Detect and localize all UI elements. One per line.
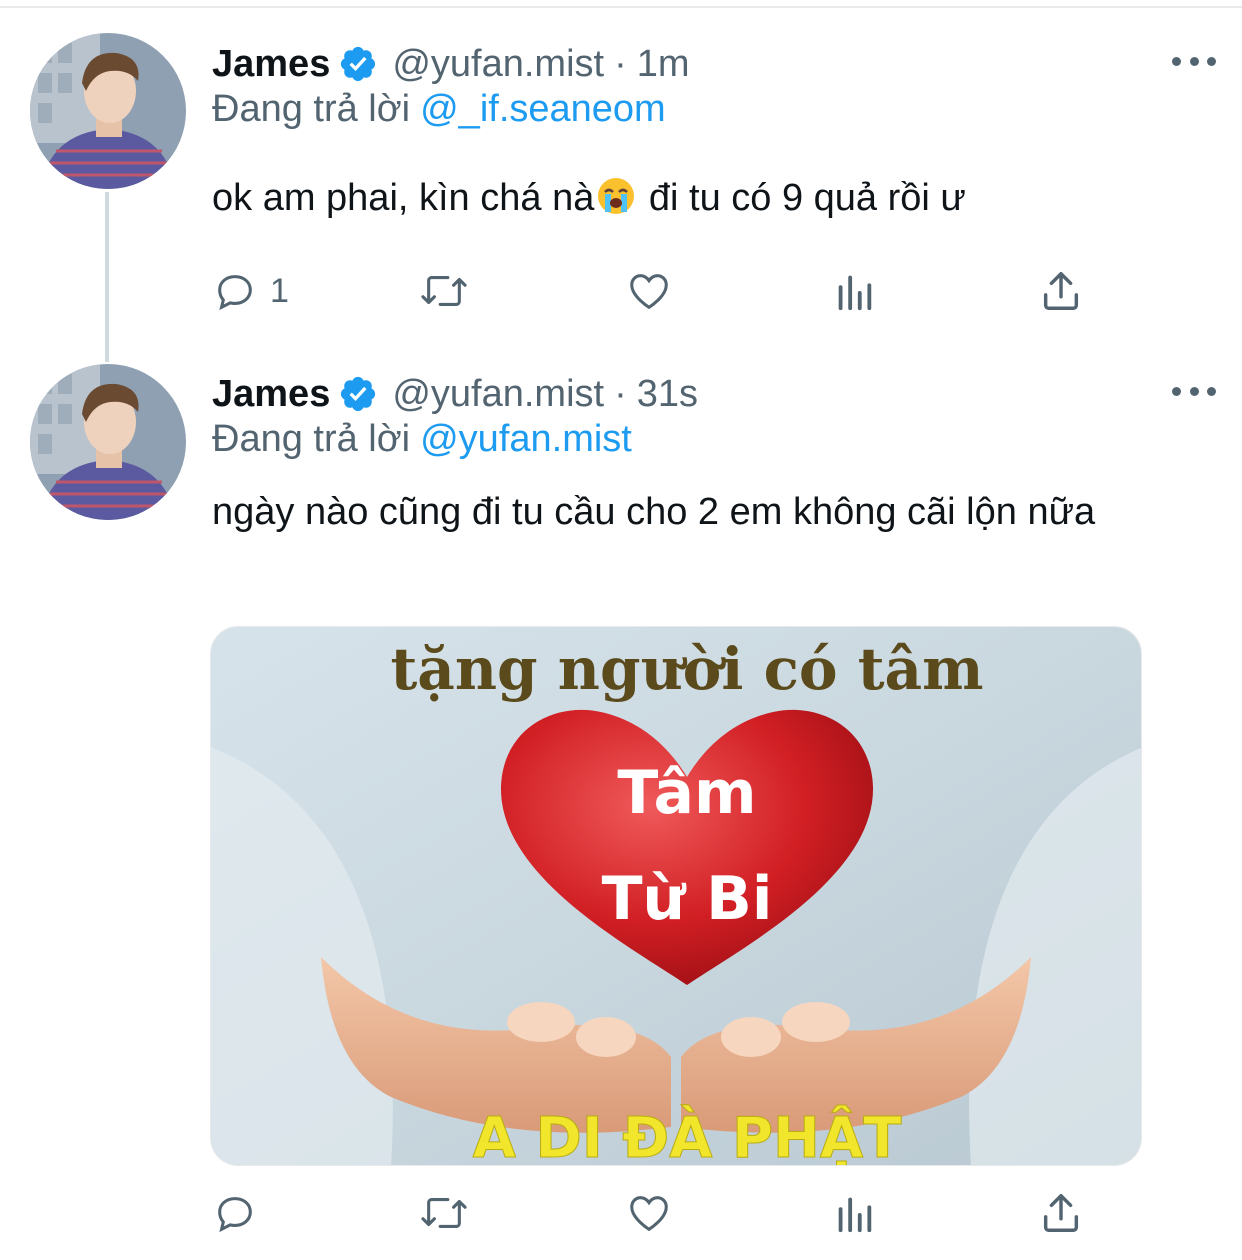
reply-bubble-icon	[212, 1190, 258, 1236]
avatar[interactable]	[30, 364, 186, 520]
reply-button[interactable]: 1	[212, 266, 289, 316]
user-handle[interactable]: @yufan.mist	[392, 373, 604, 416]
media-top-text: tặng người có tâm	[390, 635, 983, 703]
tweet-header: James @yufan.mist · 31s	[212, 364, 698, 424]
display-name[interactable]: James	[212, 43, 330, 86]
share-icon	[1038, 268, 1084, 314]
views-chart-icon	[832, 268, 876, 314]
tweet-header: James @yufan.mist · 1m	[212, 34, 690, 94]
tweet[interactable]: James @yufan.mist · 1m Đang trả lời @_if.…	[0, 0, 1242, 350]
loudly-crying-face-icon	[596, 176, 636, 216]
media-bottom-text: A DI ĐÀ PHẬT	[473, 1106, 902, 1166]
replying-to-line: Đang trả lời @yufan.mist	[212, 418, 632, 461]
separator-dot: ·	[614, 372, 627, 415]
like-button[interactable]	[625, 266, 685, 316]
share-button[interactable]	[1038, 1188, 1084, 1238]
reply-button[interactable]	[212, 1188, 270, 1238]
retweet-button[interactable]	[417, 1188, 483, 1238]
retweet-icon	[417, 268, 471, 314]
tweet[interactable]: James @yufan.mist · 31s Đang trả lời @yuf…	[0, 350, 1242, 1260]
separator-dot: ·	[614, 42, 627, 85]
views-chart-icon	[832, 1190, 876, 1236]
tweet-actions	[212, 1188, 1092, 1238]
tweet-text: ngày nào cũng đi tu cầu cho 2 em không c…	[212, 491, 1096, 533]
replying-to-line: Đang trả lời @_if.seaneom	[212, 88, 666, 131]
tweet-media-image[interactable]: tặng người có tâm Tâm Từ Bi A DI ĐÀ PHẬT	[210, 626, 1142, 1166]
verified-badge-icon	[338, 44, 378, 84]
avatar[interactable]	[30, 33, 186, 189]
more-horizontal-icon[interactable]	[1172, 46, 1216, 76]
retweet-button[interactable]	[417, 266, 483, 316]
like-button[interactable]	[625, 1188, 685, 1238]
replying-to-handle[interactable]: @yufan.mist	[420, 418, 632, 460]
verified-badge-icon	[338, 374, 378, 414]
timestamp[interactable]: 1m	[637, 43, 690, 86]
display-name[interactable]: James	[212, 373, 330, 416]
views-button[interactable]	[832, 1188, 876, 1238]
tweet-actions: 1	[212, 266, 1092, 316]
media-heart-line-1: Tâm	[617, 758, 756, 828]
tweet-text-part: đi tu có 9 quả rồi ư	[638, 177, 966, 219]
timestamp[interactable]: 31s	[637, 373, 698, 416]
retweet-icon	[417, 1190, 471, 1236]
heart-icon	[625, 1190, 673, 1236]
share-icon	[1038, 1190, 1084, 1236]
views-button[interactable]	[832, 266, 876, 316]
tweet-text-part: ok am phai, kìn chá nà	[212, 177, 595, 219]
share-button[interactable]	[1038, 266, 1084, 316]
reply-count: 1	[270, 271, 289, 310]
replying-to-handle[interactable]: @_if.seaneom	[420, 88, 666, 130]
tweet-text: ok am phai, kìn chá nà đi tu có 9 quả rồ…	[212, 172, 1192, 224]
heart-icon	[625, 268, 673, 314]
replying-to-prefix: Đang trả lời	[212, 88, 411, 130]
reply-bubble-icon	[212, 268, 258, 314]
media-heart-line-2: Từ Bi	[602, 864, 773, 934]
user-handle[interactable]: @yufan.mist	[392, 43, 604, 86]
more-horizontal-icon[interactable]	[1172, 376, 1216, 406]
replying-to-prefix: Đang trả lời	[212, 418, 411, 460]
